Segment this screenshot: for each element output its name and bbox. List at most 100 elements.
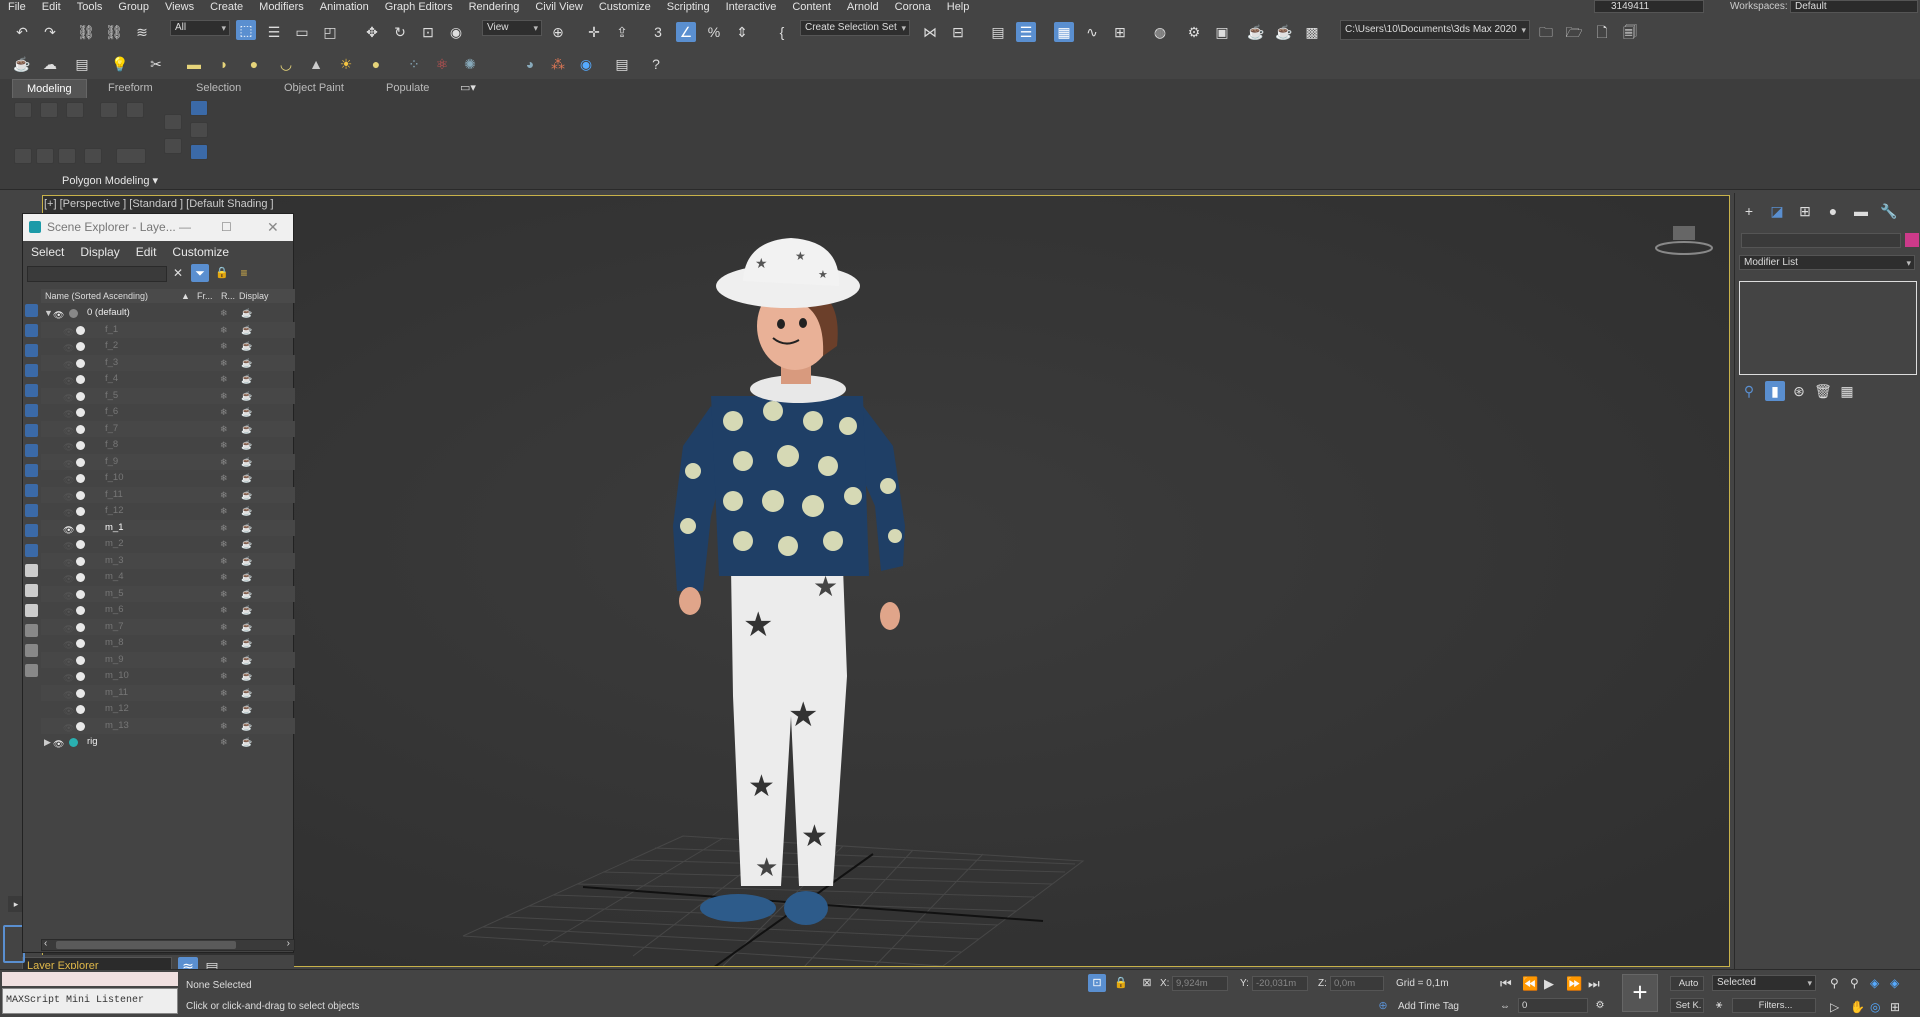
pin-stack-icon[interactable]: ⚲ <box>1739 381 1759 401</box>
isolate-selection-icon[interactable]: ⊡ <box>1088 974 1106 992</box>
render-teapot-icon[interactable]: ☕ <box>241 569 252 585</box>
filter-geometry-icon[interactable] <box>25 304 38 317</box>
layer-item-m-8[interactable]: 👁 m_8 ❄ ☕ <box>41 635 295 652</box>
project-folder-dropdown[interactable]: C:\Users\10\Documents\3ds Max 2020 <box>1340 20 1530 40</box>
freeze-icon[interactable]: ❄ <box>220 635 228 651</box>
zoom-extents-icon[interactable]: ◈ <box>1870 976 1879 990</box>
freeze-icon[interactable]: ❄ <box>220 569 228 585</box>
align-icon[interactable]: ⊟ <box>948 22 968 42</box>
show-end-result-icon[interactable]: ▮ <box>1765 381 1785 401</box>
render-teapot-icon[interactable]: ☕ <box>241 322 252 338</box>
visibility-eye-icon[interactable]: 👁 <box>63 357 77 370</box>
motion-tab-icon[interactable]: ● <box>1823 201 1843 221</box>
filter-bones-icon[interactable] <box>25 464 38 477</box>
absolute-mode-icon[interactable]: ⊠ <box>1138 974 1156 992</box>
minimize-icon[interactable]: — <box>179 214 191 241</box>
freeze-icon[interactable]: ❄ <box>220 305 228 321</box>
particles-icon[interactable]: ⁘ <box>404 54 424 74</box>
freeze-icon[interactable]: ❄ <box>220 355 228 371</box>
current-frame-field[interactable]: 0 <box>1518 998 1588 1013</box>
render-teapot-icon[interactable]: ☕ <box>241 602 252 618</box>
time-tag-icon[interactable]: ⊕ <box>1374 997 1392 1015</box>
schematic-view-icon[interactable]: ⊞ <box>1110 22 1130 42</box>
reference-coordinate-dropdown[interactable]: View <box>482 20 542 36</box>
render-teapot-icon[interactable]: ☕ <box>241 421 252 437</box>
planet-icon[interactable]: ◕ <box>520 54 540 74</box>
menu-group[interactable]: Group <box>110 0 157 14</box>
visibility-eye-icon[interactable]: 👁 <box>63 571 77 584</box>
render-teapot-icon[interactable]: ☕ <box>241 487 252 503</box>
ribbon-tool-button[interactable] <box>84 148 102 164</box>
freeze-icon[interactable]: ❄ <box>220 652 228 668</box>
freeze-icon[interactable]: ❄ <box>220 388 228 404</box>
freeze-icon[interactable]: ❄ <box>220 322 228 338</box>
ribbon-tool-button[interactable] <box>164 138 182 154</box>
expand-arrow-icon[interactable]: ▶ <box>44 734 51 750</box>
hair-icon[interactable]: ✂ <box>146 54 166 74</box>
scroll-right-icon[interactable]: › <box>287 938 290 949</box>
redo-icon[interactable]: ↷ <box>40 22 60 42</box>
freeze-icon[interactable]: ❄ <box>220 701 228 717</box>
toggle-ribbon-icon[interactable]: ▦ <box>1054 22 1074 42</box>
menu-interactive[interactable]: Interactive <box>718 0 785 14</box>
tab-modeling[interactable]: Modeling <box>12 79 87 98</box>
make-unique-icon[interactable]: ⊛ <box>1789 381 1809 401</box>
field-of-view-icon[interactable]: ▷ <box>1830 1000 1839 1014</box>
perspective-viewport[interactable]: ★ ★ ★ ★ ★ ★ ★ ★ ★ <box>42 195 1730 967</box>
layer-item-f-11[interactable]: 👁 f_11 ❄ ☕ <box>41 486 295 503</box>
bind-space-warp-icon[interactable]: ≋ <box>132 22 152 42</box>
window-crossing-icon[interactable]: ◰ <box>320 22 340 42</box>
ribbon-tool-button[interactable] <box>36 148 54 164</box>
layer-item-f-7[interactable]: 👁 f_7 ❄ ☕ <box>41 420 295 437</box>
layer-item-f-5[interactable]: 👁 f_5 ❄ ☕ <box>41 387 295 404</box>
menu-scripting[interactable]: Scripting <box>659 0 718 14</box>
user-account-dropdown[interactable]: 3149411 <box>1594 0 1704 13</box>
visibility-eye-icon[interactable]: 👁 <box>63 621 77 634</box>
display-invert-icon[interactable] <box>25 584 38 597</box>
column-name[interactable]: Name (Sorted Ascending) <box>45 289 148 303</box>
sphere-blue-icon[interactable]: ◉ <box>576 54 596 74</box>
render-teapot-icon[interactable]: ☕ <box>241 734 252 750</box>
render-teapot-icon[interactable]: ☕ <box>241 586 252 602</box>
project-edit-icon[interactable]: 🗐 <box>1620 22 1640 42</box>
visibility-eye-icon[interactable]: 👁 <box>63 637 77 650</box>
add-layer-icon[interactable]: ≡ <box>235 264 253 282</box>
filter-helpers-icon[interactable] <box>25 384 38 397</box>
render-teapot-icon[interactable]: ☕ <box>241 619 252 635</box>
freeze-icon[interactable]: ❄ <box>220 421 228 437</box>
menu-create[interactable]: Create <box>202 0 251 14</box>
visibility-eye-icon[interactable]: 👁 <box>63 522 77 535</box>
maximize-icon[interactable]: ☐ <box>221 214 232 241</box>
cone-icon[interactable]: ▲ <box>306 54 326 74</box>
modifier-stack[interactable] <box>1739 281 1917 375</box>
visibility-eye-icon[interactable]: 👁 <box>53 736 67 749</box>
render-teapot-icon[interactable]: ☕ <box>241 635 252 651</box>
visibility-eye-icon[interactable]: 👁 <box>63 489 77 502</box>
filter-icon[interactable]: ⏷ <box>191 264 209 282</box>
go-to-end-icon[interactable]: ⏭ <box>1588 976 1600 992</box>
visibility-eye-icon[interactable]: 👁 <box>63 555 77 568</box>
menu-tools[interactable]: Tools <box>69 0 111 14</box>
layer-item-f-12[interactable]: 👁 f_12 ❄ ☕ <box>41 503 295 520</box>
freeze-icon[interactable]: ❄ <box>220 668 228 684</box>
layer-item-m-9[interactable]: 👁 m_9 ❄ ☕ <box>41 651 295 668</box>
freeze-icon[interactable]: ❄ <box>220 503 228 519</box>
visibility-eye-icon[interactable]: 👁 <box>63 505 77 518</box>
render-production-icon[interactable]: ☕ <box>1246 22 1266 42</box>
filter-containers-icon[interactable] <box>25 484 38 497</box>
ribbon-options-icon[interactable]: ▭▾ <box>460 79 476 98</box>
spinner-snap-icon[interactable]: ⇕ <box>732 22 752 42</box>
box-icon[interactable] <box>25 664 38 677</box>
visibility-eye-icon[interactable]: 👁 <box>63 373 77 386</box>
color-dots-icon[interactable]: ⁂ <box>548 54 568 74</box>
freeze-icon[interactable]: ❄ <box>220 520 228 536</box>
edit-named-selection-icon[interactable]: { <box>772 22 792 42</box>
polygon-modeling-panel-label[interactable]: Polygon Modeling ▾ <box>62 174 158 187</box>
display-none-icon[interactable] <box>25 564 38 577</box>
undo-icon[interactable]: ↶ <box>12 22 32 42</box>
ribbon-tool-button[interactable] <box>58 148 76 164</box>
object-name-field[interactable] <box>1741 233 1901 248</box>
freeze-icon[interactable]: ❄ <box>220 404 228 420</box>
scene-explorer-titlebar[interactable]: Scene Explorer - Laye... — ☐ ✕ <box>23 214 293 241</box>
layer-item-m-11[interactable]: 👁 m_11 ❄ ☕ <box>41 684 295 701</box>
